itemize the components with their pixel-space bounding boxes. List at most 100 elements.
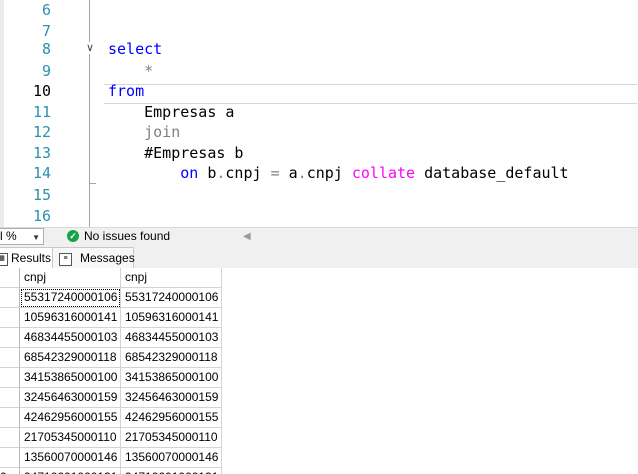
- table-cell[interactable]: 13560070000146: [20, 448, 121, 468]
- dropdown-arrow-icon[interactable]: ▼: [32, 229, 40, 246]
- grid-icon: ▦: [0, 253, 8, 266]
- code-text[interactable]: *: [108, 61, 153, 82]
- code-text[interactable]: on b.cnpj = a.cnpj collate database_defa…: [108, 163, 568, 184]
- table-row[interactable]: 46834455000103 46834455000103: [0, 328, 222, 348]
- code-token: a: [288, 164, 298, 182]
- table-cell[interactable]: 32456463000159: [20, 388, 121, 408]
- code-text[interactable]: select: [108, 39, 162, 60]
- code-line[interactable]: 14 on b.cnpj = a.cnpj collate database_d…: [0, 163, 638, 184]
- table-cell[interactable]: 46834455000103: [20, 328, 121, 348]
- table-row[interactable]: 34153865000100 34153865000100: [0, 368, 222, 388]
- table-cell[interactable]: 42462956000155: [121, 408, 222, 428]
- table-cell[interactable]: 55317240000106: [121, 288, 222, 308]
- editor-status-bar: l % ▼ ✓ No issues found ◀: [0, 227, 638, 246]
- table-cell[interactable]: 46834455000103: [121, 328, 222, 348]
- line-number: 10: [32, 82, 51, 100]
- code-token: #Empresas b: [108, 144, 244, 162]
- check-circle-icon: ✓: [67, 230, 79, 242]
- table-cell[interactable]: 94710601000131: [121, 468, 222, 474]
- code-token: collate: [351, 164, 425, 182]
- code-token: .: [297, 164, 307, 182]
- results-grid[interactable]: cnpj cnpj 55317240000106 55317240000106 10…: [0, 268, 638, 474]
- code-text[interactable]: Empresas a: [108, 102, 234, 123]
- table-cell[interactable]: 13560070000146: [121, 448, 222, 468]
- row-number[interactable]: [0, 448, 20, 468]
- tab-messages-label: Messages: [80, 251, 135, 265]
- row-number[interactable]: [0, 408, 20, 428]
- code-token: on: [108, 164, 208, 182]
- results-tab-bar: ▦ Results ≡ Messages: [0, 245, 638, 270]
- tab-messages[interactable]: ≡ Messages: [52, 247, 135, 269]
- table-row[interactable]: 32456463000159 32456463000159: [0, 388, 222, 408]
- query-editor[interactable]: 6 7 8 select 9 * 10 from 11 Empresas a 12 join 13…: [0, 0, 638, 227]
- line-number: 13: [32, 144, 51, 162]
- table-cell[interactable]: 68542329000118: [20, 348, 121, 368]
- table-cell[interactable]: 42462956000155: [20, 408, 121, 428]
- table-cell[interactable]: 21705345000110: [121, 428, 222, 448]
- zoom-dropdown[interactable]: l % ▼: [0, 228, 44, 245]
- tab-results[interactable]: ▦ Results: [0, 247, 54, 270]
- tab-results-label: Results: [11, 251, 52, 265]
- scroll-left-arrow-icon[interactable]: ◀: [243, 228, 251, 245]
- code-line[interactable]: 6: [0, 0, 638, 21]
- code-token: select: [108, 40, 163, 58]
- row-number[interactable]: [0, 428, 20, 448]
- row-number[interactable]: [0, 388, 20, 408]
- table-row[interactable]: 55317240000106 55317240000106: [0, 288, 222, 308]
- code-token: cnpj: [225, 164, 271, 182]
- table-cell[interactable]: 10596316000141: [20, 308, 121, 328]
- table-cell[interactable]: 94710601000131: [20, 468, 121, 474]
- column-header[interactable]: cnpj: [20, 268, 121, 288]
- code-token: join: [108, 123, 181, 141]
- code-token: =: [270, 164, 289, 182]
- table-row[interactable]: 09471060100013194710601000131: [0, 468, 222, 474]
- code-token: cnpj: [306, 164, 352, 182]
- table-cell[interactable]: 32456463000159: [121, 388, 222, 408]
- row-number[interactable]: [0, 288, 20, 308]
- table-cell[interactable]: 10596316000141: [121, 308, 222, 328]
- column-header[interactable]: cnpj: [121, 268, 222, 288]
- line-number: 14: [32, 164, 51, 182]
- issues-status: No issues found: [84, 229, 171, 243]
- row-header-corner[interactable]: [0, 268, 20, 288]
- line-number: 12: [32, 123, 51, 141]
- table-cell[interactable]: 55317240000106: [20, 288, 121, 308]
- collapse-chevron-icon[interactable]: ∨: [84, 42, 96, 54]
- code-line[interactable]: 16: [0, 206, 638, 227]
- code-token: Empresas a: [108, 103, 235, 121]
- code-line[interactable]: 13 #Empresas b: [0, 143, 638, 164]
- table-cell[interactable]: 21705345000110: [20, 428, 121, 448]
- line-number: 16: [32, 207, 51, 225]
- line-number: 15: [32, 186, 51, 204]
- table-row[interactable]: 10596316000141 10596316000141: [0, 308, 222, 328]
- code-line[interactable]: 9 *: [0, 61, 638, 82]
- row-number[interactable]: [0, 328, 20, 348]
- line-number: 11: [32, 103, 51, 121]
- zoom-level: l %: [0, 229, 17, 243]
- code-line[interactable]: 10 from: [0, 81, 638, 102]
- row-number[interactable]: [0, 348, 20, 368]
- table-cell[interactable]: 34153865000100: [121, 368, 222, 388]
- line-number: 8: [41, 40, 51, 58]
- code-line[interactable]: 11 Empresas a: [0, 102, 638, 123]
- table-cell[interactable]: 34153865000100: [20, 368, 121, 388]
- line-number: 6: [41, 1, 51, 19]
- row-number[interactable]: [0, 308, 20, 328]
- code-text[interactable]: join: [108, 122, 180, 143]
- grid-header-row: cnpj cnpj: [0, 268, 222, 288]
- table-row[interactable]: 68542329000118 68542329000118: [0, 348, 222, 368]
- row-number[interactable]: 0: [0, 468, 20, 474]
- code-text[interactable]: from: [108, 81, 144, 102]
- code-token: from: [108, 82, 145, 100]
- messages-icon: ≡: [59, 253, 72, 266]
- line-number: 9: [41, 62, 51, 80]
- code-line[interactable]: 12 join: [0, 122, 638, 143]
- table-row[interactable]: 13560070000146 13560070000146: [0, 448, 222, 468]
- table-row[interactable]: 21705345000110 21705345000110: [0, 428, 222, 448]
- code-line[interactable]: 15: [0, 185, 638, 206]
- table-row[interactable]: 42462956000155 42462956000155: [0, 408, 222, 428]
- table-cell[interactable]: 68542329000118: [121, 348, 222, 368]
- code-text[interactable]: #Empresas b: [108, 143, 243, 164]
- code-token: *: [108, 62, 154, 80]
- row-number[interactable]: [0, 368, 20, 388]
